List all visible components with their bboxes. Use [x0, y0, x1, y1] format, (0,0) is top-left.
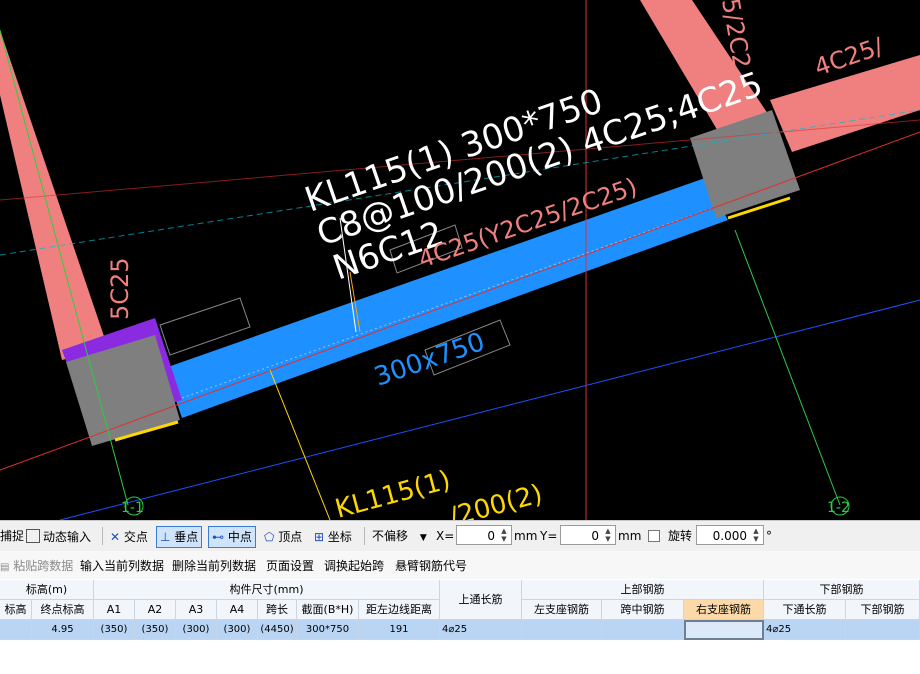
intersection-icon: ✕: [110, 530, 121, 544]
col-section[interactable]: 截面(B*H): [297, 600, 359, 620]
blue-beam[interactable]: [165, 178, 728, 418]
lower-beam-stirrup-label[interactable]: /200(2): [446, 479, 546, 520]
col-a3[interactable]: A3: [176, 600, 217, 620]
swap-start-span-button[interactable]: 调换起始跨: [324, 557, 384, 574]
cell-a1[interactable]: (350): [94, 620, 135, 640]
col-left-edge-distance[interactable]: 距左边线距离: [359, 600, 440, 620]
cell-a3[interactable]: (300): [176, 620, 217, 640]
cell-left-edge-distance[interactable]: 191: [359, 620, 440, 640]
col-start-elevation[interactable]: 标高: [0, 600, 32, 620]
left-column-bar-label[interactable]: 5C25: [106, 257, 134, 320]
paste-span-data-button[interactable]: ▤ 粘贴跨数据: [0, 557, 73, 574]
header-bottom-rebar: 下部钢筋: [764, 580, 920, 600]
cell-mid-span-bar[interactable]: [602, 620, 684, 640]
perpendicular-snap-button[interactable]: ⊥ 垂点: [156, 526, 203, 548]
dynamic-input-icon: [26, 529, 40, 543]
col-mid-span-bar[interactable]: 跨中钢筋: [602, 600, 684, 620]
midpoint-snap-button[interactable]: ⊷ 中点: [208, 526, 256, 548]
cell-start-elevation[interactable]: [0, 620, 32, 640]
degree-symbol: °: [766, 529, 772, 543]
col-end-elevation[interactable]: 终点标高: [32, 600, 94, 620]
col-a1[interactable]: A1: [94, 600, 135, 620]
vertex-label: 顶点: [278, 530, 303, 544]
cell-bottom-bar[interactable]: [846, 620, 920, 640]
cell-right-support-bar[interactable]: [684, 620, 764, 640]
offset-select-value: 不偏移: [372, 529, 409, 543]
header-elevation: 标高(m): [0, 580, 94, 600]
dimension-line-yellow: [269, 369, 331, 520]
vertex-icon: ⬠: [264, 530, 275, 544]
snap-toolbar: 捕捉 动态输入 ✕ 交点 ⊥ 垂点 ⊷ 中点 ⬠ 顶点 ⊞ 坐标 不偏移 ▼ X…: [0, 520, 920, 552]
intersection-label: 交点: [123, 530, 148, 544]
x-unit: mm: [514, 529, 538, 543]
input-current-column-button[interactable]: 输入当前列数据: [80, 557, 164, 574]
drawing-canvas[interactable]: KL115(1) 300*750 C8@100/200(2) 4C25;4C25…: [0, 0, 920, 520]
col-right-support-bar[interactable]: 右支座钢筋: [684, 600, 764, 620]
rotate-angle-input[interactable]: 0.000 ▲ ▼: [696, 525, 764, 545]
dropdown-arrow-icon: ▼: [419, 533, 427, 543]
cell-bottom-through-bar[interactable]: 4⌀25: [764, 620, 846, 640]
coordinate-label: 坐标: [327, 530, 352, 544]
y-unit: mm: [618, 529, 642, 543]
col-left-support-bar[interactable]: 左支座钢筋: [522, 600, 602, 620]
cell-span-length[interactable]: (4450): [258, 620, 297, 640]
y-coordinate-input[interactable]: 0 ▲ ▼: [560, 525, 616, 545]
cell-section[interactable]: 300*750: [297, 620, 359, 640]
table-toolbar: ▤ 粘贴跨数据 输入当前列数据 删除当前列数据 页面设置 调换起始跨 悬臂钢筋代…: [0, 551, 920, 579]
col-bottom-through-bar[interactable]: 下通长筋: [764, 600, 846, 620]
coordinate-icon: ⊞: [314, 530, 325, 544]
col-a4[interactable]: A4: [217, 600, 258, 620]
cell-end-elevation[interactable]: 4.95: [32, 620, 94, 640]
x-spinner-icon[interactable]: ▲ ▼: [498, 527, 510, 543]
perpendicular-label: 垂点: [174, 530, 199, 544]
axis-line-green-right: [734, 229, 841, 506]
x-coordinate-input[interactable]: 0 ▲ ▼: [456, 525, 512, 545]
axis-label-right: 1-2: [827, 500, 850, 516]
rotate-checkbox[interactable]: [648, 530, 660, 542]
rotate-spinner-icon[interactable]: ▲ ▼: [750, 527, 762, 543]
col-bottom-bar[interactable]: 下部钢筋: [846, 600, 920, 620]
cell-a2[interactable]: (350): [135, 620, 176, 640]
axis-label-left: 1-1: [121, 500, 144, 516]
midpoint-label: 中点: [227, 530, 252, 544]
rotate-label: 旋转: [668, 529, 693, 543]
paste-icon: ▤: [0, 562, 10, 573]
paste-span-data-label: 粘贴跨数据: [13, 559, 74, 573]
lower-beam-name-label[interactable]: KL115(1): [332, 465, 454, 520]
midpoint-icon: ⊷: [212, 530, 224, 544]
y-label: Y=: [540, 529, 558, 543]
header-top-rebar: 上部钢筋: [522, 580, 764, 600]
capture-toggle[interactable]: 捕捉: [0, 526, 24, 546]
dynamic-input-label: 动态输入: [43, 530, 92, 544]
perpendicular-icon: ⊥: [160, 530, 171, 544]
cell-top-through-bar[interactable]: 4⌀25: [440, 620, 522, 640]
col-a2[interactable]: A2: [135, 600, 176, 620]
delete-current-column-button[interactable]: 删除当前列数据: [172, 557, 256, 574]
rotate-angle-value: 0.000: [712, 529, 747, 543]
cell-a4[interactable]: (300): [217, 620, 258, 640]
y-coordinate-value: 0: [591, 529, 599, 543]
drawing-svg[interactable]: KL115(1) 300*750 C8@100/200(2) 4C25;4C25…: [0, 0, 920, 520]
x-coordinate-value: 0: [487, 529, 495, 543]
header-member-size: 构件尺寸(mm): [94, 580, 440, 600]
dynamic-input-toggle[interactable]: 动态输入: [22, 526, 95, 548]
coordinate-snap-button[interactable]: ⊞ 坐标: [310, 526, 356, 548]
offset-select[interactable]: 不偏移 ▼: [372, 526, 427, 546]
y-spinner-icon[interactable]: ▲ ▼: [602, 527, 614, 543]
vertex-snap-button[interactable]: ⬠ 顶点: [260, 526, 306, 548]
cantilever-rebar-code-button[interactable]: 悬臂钢筋代号: [395, 557, 467, 574]
page-setup-button[interactable]: 页面设置: [266, 557, 314, 574]
intersection-snap-button[interactable]: ✕ 交点: [106, 526, 152, 548]
col-span-length[interactable]: 跨长: [258, 600, 297, 620]
x-label: X=: [436, 529, 455, 543]
header-top-through-bar[interactable]: 上通长筋: [440, 580, 522, 620]
cell-left-support-bar[interactable]: [522, 620, 602, 640]
